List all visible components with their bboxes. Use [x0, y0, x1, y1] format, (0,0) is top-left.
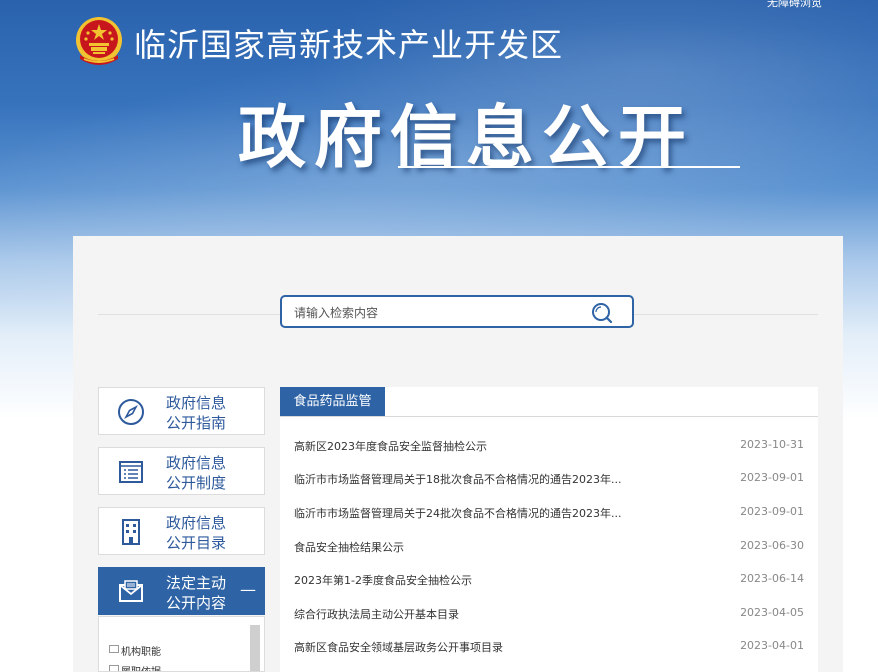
list-item[interactable]: 高新区食品安全领域基层政务公开事项目录 2023-04-01 [294, 639, 804, 659]
search-box [280, 295, 634, 328]
list-item-title[interactable]: 高新区食品安全领域基层政务公开事项目录 [294, 639, 503, 655]
nav-disclosure-guide[interactable]: 政府信息 公开指南 [98, 387, 265, 435]
nav-label: 法定主动 公开内容 [166, 574, 227, 612]
list-item-date: 2023-09-01 [740, 471, 804, 484]
nav-disclosure-system[interactable]: 政府信息 公开制度 [98, 447, 265, 495]
folder-icon [109, 665, 119, 671]
nav-label: 政府信息 公开指南 [166, 394, 227, 432]
nav-disclosure-catalog[interactable]: 政府信息 公开目录 [98, 507, 265, 555]
tree-item-org-functions[interactable]: 机构职能 [121, 643, 161, 658]
national-emblem-icon [76, 17, 122, 65]
list-item-title[interactable]: 综合行政执法局主动公开基本目录 [294, 606, 459, 622]
tree-item-legal-basis[interactable]: 履职依据 [121, 663, 161, 671]
list-item-date: 2023-06-30 [740, 539, 804, 552]
mail-icon [119, 580, 143, 602]
list-item[interactable]: 综合行政执法局主动公开基本目录 2023-04-05 [294, 606, 804, 626]
list-item[interactable]: 临沂市市场监督管理局关于24批次食品不合格情况的通告2023年... 2023-… [294, 505, 804, 525]
list-item-date: 2023-06-14 [740, 572, 804, 585]
content-list-panel: 食品药品监管 高新区2023年度食品安全监督抽检公示 2023-10-31 临沂… [280, 387, 818, 672]
list-item-title[interactable]: 2023年第1-2季度食品安全抽检公示 [294, 572, 472, 588]
tab-food-drug-supervision[interactable]: 食品药品监管 [280, 387, 385, 416]
list-item-date: 2023-04-01 [740, 639, 804, 652]
category-tree: 机构职能 履职依据 [98, 616, 265, 672]
nav-statutory-content[interactable]: 法定主动 公开内容 — [98, 567, 265, 615]
folder-icon [109, 645, 119, 653]
list-item[interactable]: 临沂市市场监督管理局关于18批次食品不合格情况的通告2023年... 2023-… [294, 471, 804, 491]
search-icon[interactable] [590, 301, 614, 325]
nav-label: 政府信息 公开制度 [166, 454, 227, 492]
list-item-date: 2023-04-05 [740, 606, 804, 619]
document-list-icon [119, 461, 143, 483]
nav-label: 政府信息 公开目录 [166, 514, 227, 552]
list-item[interactable]: 高新区2023年度食品安全监督抽检公示 2023-10-31 [294, 438, 804, 458]
list-item-title[interactable]: 高新区2023年度食品安全监督抽检公示 [294, 438, 487, 454]
tab-bar: 食品药品监管 [280, 387, 818, 417]
list-item[interactable]: 2023年第1-2季度食品安全抽检公示 2023-06-14 [294, 572, 804, 592]
list-item-title[interactable]: 临沂市市场监督管理局关于18批次食品不合格情况的通告2023年... [294, 471, 621, 487]
list-item-date: 2023-09-01 [740, 505, 804, 518]
site-name: 临沂国家高新技术产业开发区 [134, 26, 564, 64]
list-item-title[interactable]: 食品安全抽检结果公示 [294, 539, 404, 555]
title-underline [398, 166, 740, 168]
main-panel: 政府信息 公开指南 政府信息 公开制度 政府信息 [73, 236, 843, 672]
compass-icon [118, 399, 144, 425]
list-item[interactable]: 食品安全抽检结果公示 2023-06-30 [294, 539, 804, 559]
list-item-title[interactable]: 临沂市市场监督管理局关于24批次食品不合格情况的通告2023年... [294, 505, 621, 521]
tree-scrollbar[interactable] [250, 625, 260, 671]
collapse-toggle[interactable]: — [240, 580, 256, 599]
accessibility-link[interactable]: 无障碍浏览 [767, 0, 822, 10]
search-input[interactable] [292, 302, 576, 324]
building-icon [122, 519, 140, 545]
list-item-date: 2023-10-31 [740, 438, 804, 451]
